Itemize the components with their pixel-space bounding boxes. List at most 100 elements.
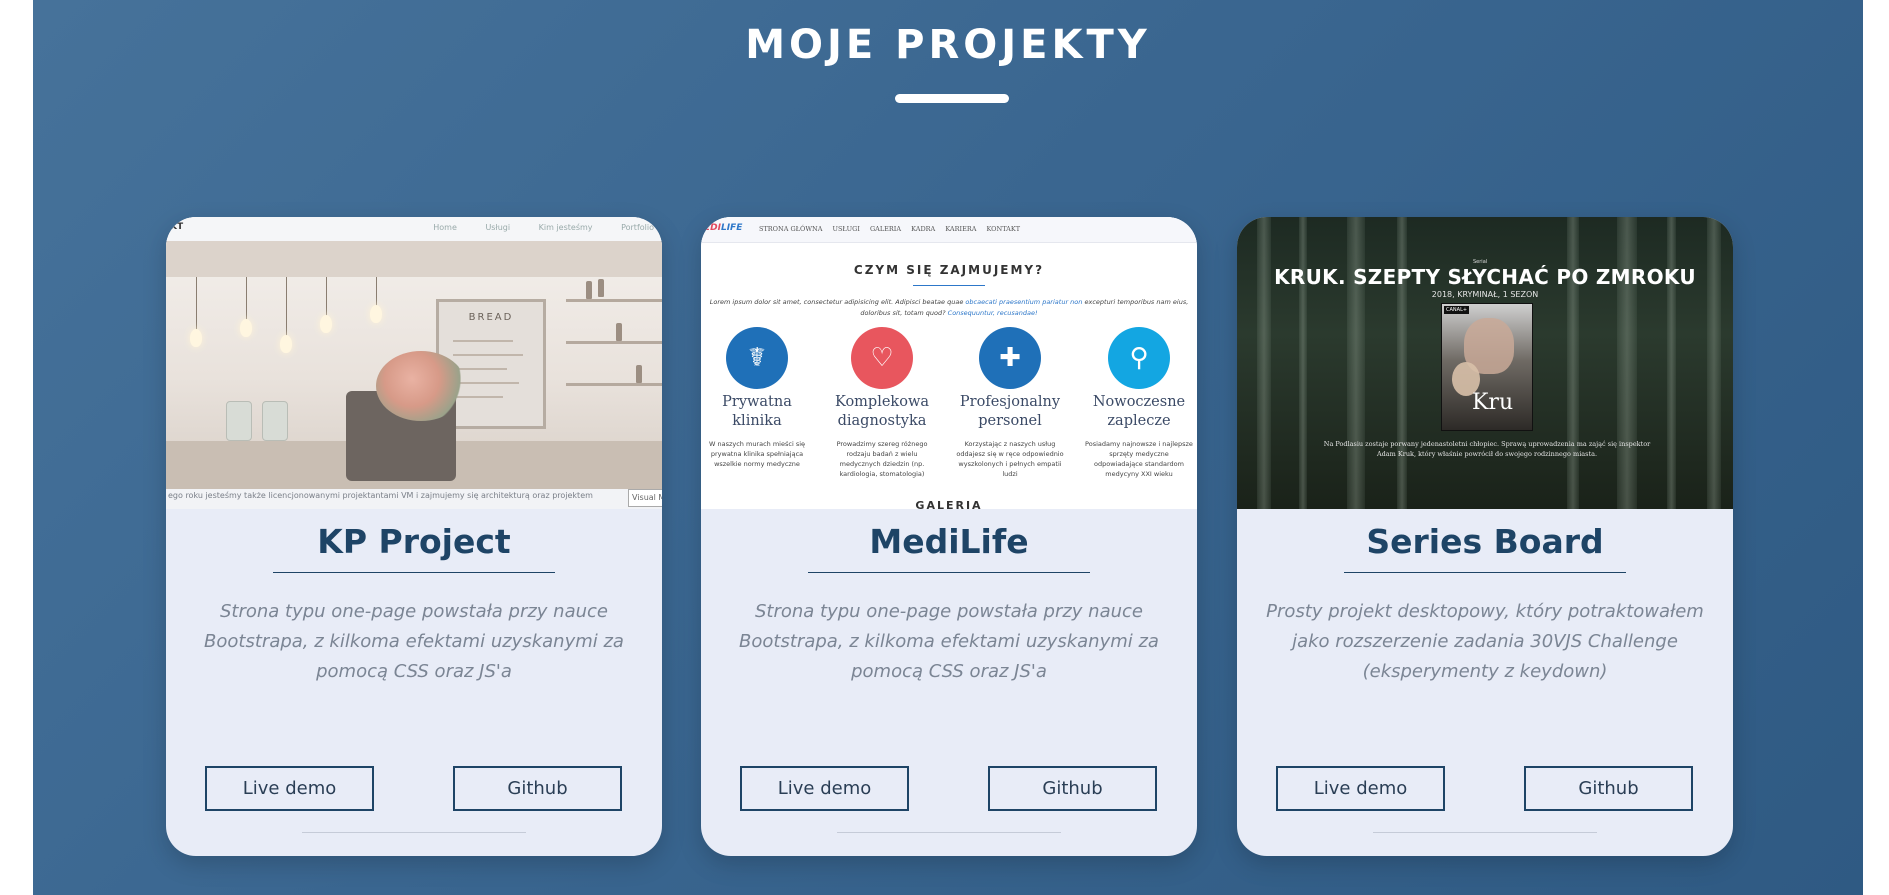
lamp-wire xyxy=(246,277,247,321)
project-description: Strona typu one-page powstała przy nauce… xyxy=(204,601,624,682)
series-meta: 2018, KRYMINAŁ, 1 SEZON xyxy=(1431,290,1539,299)
lamp-bulb xyxy=(280,335,292,353)
preview-intro-link: Consequuntur, recusandae! xyxy=(947,309,1038,317)
feature-description: Korzystając z naszych usług oddajesz się… xyxy=(956,440,1064,478)
preview-heading: CZYM SIĘ ZAJMUJEMY? xyxy=(853,263,1045,277)
live-demo-button[interactable]: Live demo xyxy=(740,766,909,811)
feature-description: Prowadzimy szereg różnego rodzaju badań … xyxy=(836,440,928,478)
shelf xyxy=(566,299,662,302)
flowers xyxy=(376,351,466,421)
lamp-wire xyxy=(376,277,377,307)
preview-nav-item: Home xyxy=(433,223,457,232)
project-card-series-board: Serial KRUK. SZEPTY SŁYCHAĆ PO ZMROKU 20… xyxy=(1237,217,1733,856)
feature-diagnostics: ♡ Komplekowa diagnostyka Prowadzimy szer… xyxy=(822,327,942,479)
preview-nav-item: Kim jesteśmy xyxy=(538,223,593,232)
github-button[interactable]: Github xyxy=(453,766,622,811)
preview-nav-item: USŁUGI xyxy=(832,225,860,233)
lamp-bulb xyxy=(240,319,252,337)
preview-nav-item: STRONA GŁÓWNA xyxy=(759,225,823,233)
series-poster: CANAL+ Kru xyxy=(1441,303,1533,431)
jar xyxy=(262,401,288,441)
forest-tree xyxy=(1299,217,1307,509)
poster-title: Kru xyxy=(1472,390,1514,415)
preview-strip-button: Visual M xyxy=(628,489,662,507)
series-title: KRUK. SZEPTY SŁYCHAĆ PO ZMROKU xyxy=(1274,265,1696,289)
preview-text-strip: ego roku jesteśmy także licencjonowanymi… xyxy=(166,489,662,509)
project-preview-image: EDILIFE STRONA GŁÓWNA USŁUGI GALERIA KAD… xyxy=(701,217,1197,509)
lamp-wire xyxy=(286,277,287,337)
preview-nav-item: GALERIA xyxy=(869,225,902,233)
projects-section: MOJE PROJEKTY KT Home Usługi Kim jesteśm… xyxy=(33,0,1863,895)
card-footer-divider xyxy=(837,832,1061,833)
ceiling-beam xyxy=(166,241,662,277)
menu-line xyxy=(453,354,523,356)
project-preview-image: Serial KRUK. SZEPTY SŁYCHAĆ PO ZMROKU 20… xyxy=(1237,217,1733,509)
live-demo-button[interactable]: Live demo xyxy=(205,766,374,811)
lamp-wire xyxy=(196,277,197,331)
lamp-bulb xyxy=(190,329,202,347)
lamp-bulb xyxy=(320,315,332,333)
github-button[interactable]: Github xyxy=(1524,766,1693,811)
feature-description: Posiadamy najnowsze i najlepsze sprzęty … xyxy=(1085,440,1193,478)
preview-gallery-heading: GALERIA xyxy=(915,499,983,509)
bottle xyxy=(636,365,642,383)
menu-line xyxy=(453,340,513,342)
feature-equipment: ⚲ Nowoczesne zaplecze Posiadamy najnowsz… xyxy=(1079,327,1197,479)
forest-tree xyxy=(1617,217,1637,509)
preview-logo-part: EDI xyxy=(704,223,721,233)
github-button[interactable]: Github xyxy=(988,766,1157,811)
preview-nav-links: Home Usługi Kim jesteśmy Portfolio xyxy=(407,223,654,232)
shelf xyxy=(566,383,662,386)
feature-staff: ✚ Profesjonalny personel Korzystając z n… xyxy=(950,327,1070,479)
menu-board-text: BREAD xyxy=(468,312,514,323)
project-card-kp: KT Home Usługi Kim jesteśmy Portfolio BR… xyxy=(166,217,662,856)
preview-nav-item: KADRA xyxy=(911,225,936,233)
forest-tree xyxy=(1347,217,1365,509)
poster-logo: CANAL+ xyxy=(1444,306,1470,314)
feature-name: Nowoczesne zaplecze xyxy=(1092,394,1186,429)
project-description: Strona typu one-page powstała przy nauce… xyxy=(739,601,1159,682)
title-divider xyxy=(808,572,1090,573)
preview-intro-part: Lorem ipsum dolor sit amet, consectetur … xyxy=(709,298,966,306)
preview-logo: EDILIFE xyxy=(704,223,742,233)
project-preview-image: KT Home Usługi Kim jesteśmy Portfolio BR… xyxy=(166,217,662,509)
forest-tree xyxy=(1567,217,1579,509)
caduceus-icon: ☤ xyxy=(726,327,788,389)
preview-nav-item: KARIERA xyxy=(945,225,977,233)
forest-tree xyxy=(1257,217,1271,509)
preview-navbar: KT Home Usługi Kim jesteśmy Portfolio xyxy=(166,217,662,241)
live-demo-button[interactable]: Live demo xyxy=(1276,766,1445,811)
project-title: KP Project xyxy=(317,522,511,561)
lamp-wire xyxy=(326,277,327,317)
card-footer-divider xyxy=(302,832,526,833)
preview-intro-text: Lorem ipsum dolor sit amet, consectetur … xyxy=(705,297,1193,319)
feature-private-clinic: ☤ Prywatna klinika W naszych murach mieś… xyxy=(701,327,817,469)
card-footer-divider xyxy=(1373,832,1597,833)
preview-heading-rule xyxy=(913,285,985,286)
bottle xyxy=(586,281,592,299)
project-card-medilife: EDILIFE STRONA GŁÓWNA USŁUGI GALERIA KAD… xyxy=(701,217,1197,856)
preview-nav-item: KONTAKT xyxy=(986,225,1021,233)
preview-logo: KT xyxy=(170,222,184,232)
section-title: MOJE PROJEKTY xyxy=(745,22,1151,68)
nurse-icon: ✚ xyxy=(979,327,1041,389)
bottle xyxy=(616,323,622,341)
feature-description: W naszych murach mieści się prywatna kli… xyxy=(708,440,806,468)
feature-name: Profesjonalny personel xyxy=(959,394,1061,429)
forest-tree xyxy=(1707,217,1721,509)
preview-nav-links: STRONA GŁÓWNA USŁUGI GALERIA KADRA KARIE… xyxy=(759,225,1028,233)
cafe-photo: BREAD xyxy=(166,241,662,509)
lamp-bulb xyxy=(370,305,382,323)
microscope-icon: ⚲ xyxy=(1108,327,1170,389)
project-title: Series Board xyxy=(1366,522,1604,561)
forest-tree xyxy=(1667,217,1676,509)
preview-navbar: EDILIFE STRONA GŁÓWNA USŁUGI GALERIA KAD… xyxy=(701,217,1197,243)
title-underline xyxy=(895,94,1009,103)
preview-strip-text: ego roku jesteśmy także licencjonowanymi… xyxy=(168,491,593,500)
feature-name: Prywatna klinika xyxy=(722,394,792,429)
series-description: Na Podlasiu zostaje porwany jedenastolet… xyxy=(1323,440,1651,458)
forest-tree xyxy=(1397,217,1407,509)
heart-pulse-icon: ♡ xyxy=(851,327,913,389)
preview-nav-item: Portfolio xyxy=(621,223,654,232)
preview-nav-item: Usługi xyxy=(485,223,511,232)
